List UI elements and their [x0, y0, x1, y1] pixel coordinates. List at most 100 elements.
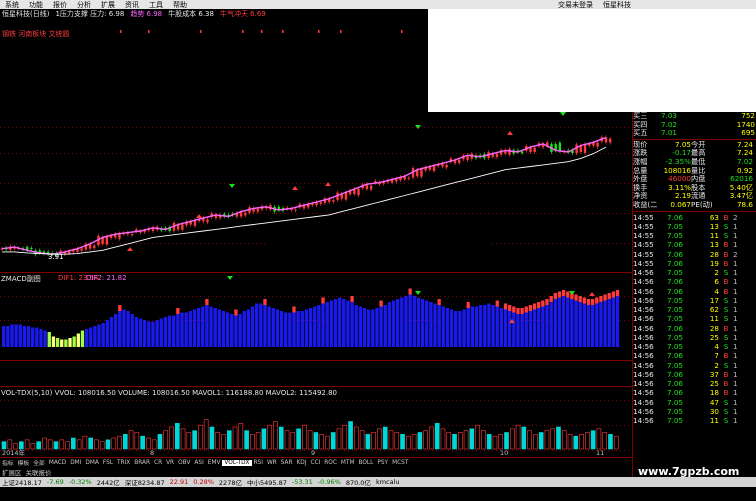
- volume-bar: [579, 434, 584, 450]
- indicator-info-bar: 恒星科技(日线) 1压力支撑 压力: 6.98 趋势 6.98 牛股成本 6.3…: [0, 9, 430, 18]
- indicator-tab-dma[interactable]: DMA: [83, 460, 100, 466]
- tick-count: 1: [733, 360, 738, 370]
- macd-bar: [532, 309, 537, 347]
- indicator-tab-cci[interactable]: CCI: [308, 460, 322, 466]
- volume-bar: [255, 432, 261, 450]
- tick-side: B: [723, 249, 729, 259]
- sell-arrow-icon: [560, 112, 566, 116]
- candle-body: [369, 185, 373, 190]
- indicator-tab-roc[interactable]: ROC: [322, 460, 339, 466]
- volume-bar: [307, 430, 313, 450]
- indicator-tab-模板[interactable]: 模板: [16, 458, 32, 467]
- bid-row[interactable]: 买三 7.03 752: [633, 112, 756, 121]
- stat-value: 108016: [663, 166, 691, 175]
- macd-cap: [321, 297, 325, 304]
- tick-volume: 6: [714, 277, 719, 287]
- tick-side: S: [723, 342, 729, 352]
- tick-volume: 11: [709, 416, 719, 426]
- stat-value: 5.40亿: [729, 183, 753, 192]
- macd-bar: [412, 296, 416, 347]
- indicator-tab-全部[interactable]: 全部: [31, 458, 47, 467]
- indicator-tab-kdj[interactable]: KDJ: [294, 460, 308, 466]
- macd-bar: [22, 326, 27, 347]
- indicator-tab-sar[interactable]: SAR: [279, 460, 295, 466]
- indicator-tab-指标[interactable]: 指标: [0, 458, 16, 467]
- indicator-tab-mcst[interactable]: MCST: [390, 460, 410, 466]
- indicator-tab-mtm[interactable]: MTM: [339, 460, 357, 466]
- macd-cap: [557, 291, 562, 298]
- indicator-tab-brar[interactable]: BRAR: [132, 460, 152, 466]
- tick-side: B: [723, 369, 729, 379]
- macd-bar: [590, 305, 595, 347]
- macd-cap: [437, 299, 441, 305]
- macd-bar: [279, 311, 284, 347]
- indicator-tab-dmi[interactable]: DMI: [68, 460, 83, 466]
- tick-count: 1: [733, 323, 738, 333]
- status-tail: kmcalu: [375, 478, 400, 486]
- tick-side: B: [723, 240, 729, 250]
- stat-value: 46000: [668, 175, 691, 184]
- volume-bar: [174, 423, 180, 450]
- macd-bar: [64, 339, 68, 347]
- macd-cap: [603, 294, 607, 301]
- indicator-tab-trix[interactable]: TRIX: [115, 460, 132, 466]
- volume-bar: [348, 421, 353, 450]
- macd-bar: [391, 300, 396, 347]
- indicator-tab-rsi[interactable]: RSI: [252, 460, 265, 466]
- subtab-extended[interactable]: 扩展区: [2, 467, 22, 477]
- tick-side: S: [723, 295, 729, 305]
- tick-row: 14:55 7.05 13 S 1: [633, 222, 756, 231]
- macd-bar: [242, 311, 246, 347]
- indicator-tab-asi[interactable]: ASI: [192, 460, 205, 466]
- macd-bar: [68, 338, 72, 347]
- sh-index: 上证2418.17: [2, 479, 42, 487]
- indicator-tab-emv[interactable]: EMV: [206, 460, 223, 466]
- indicator-tab-macd[interactable]: MACD: [47, 460, 68, 466]
- tick-side: B: [723, 212, 729, 222]
- volume-bar: [82, 435, 88, 450]
- macd-bar: [109, 317, 114, 347]
- macd-bar: [250, 306, 255, 347]
- indicator-tab-vr[interactable]: VR: [164, 460, 176, 466]
- bid-row[interactable]: 买五 7.01 695: [633, 129, 756, 138]
- indicator-tab-obv[interactable]: OBV: [176, 460, 192, 466]
- candle-body: [445, 164, 448, 168]
- indicator-tab-vol-tdx[interactable]: VOL-TDX: [222, 459, 252, 466]
- candle-body: [80, 248, 83, 251]
- indicator-tab-psy[interactable]: PSY: [375, 460, 390, 466]
- indicator-tab-cr[interactable]: CR: [152, 460, 164, 466]
- volume-bars: [1, 419, 619, 450]
- macd-bar: [553, 299, 557, 347]
- tick-price: 7.06: [667, 388, 684, 398]
- macd-bar: [474, 306, 479, 347]
- tick-price: 7.05: [667, 305, 684, 315]
- macd-cap: [528, 305, 533, 311]
- volume-bar: [163, 430, 169, 450]
- tick-volume: 4: [714, 286, 719, 296]
- volume-bar: [128, 430, 134, 450]
- cost-extra: 牛气冲天 6.69: [219, 9, 266, 18]
- macd-bar: [18, 324, 22, 347]
- macd-bar: [441, 306, 445, 347]
- tick-count: 1: [733, 406, 738, 416]
- tick-price: 7.06: [667, 258, 684, 268]
- volume-bar: [550, 428, 556, 450]
- macd-bar: [557, 297, 562, 347]
- indicator-tab-fsl[interactable]: FSL: [101, 460, 115, 466]
- indicator-tab-boll[interactable]: BOLL: [356, 460, 375, 466]
- macd-bar: [429, 302, 433, 347]
- tick-price: 7.05: [667, 221, 684, 231]
- macd-bar: [209, 306, 213, 347]
- tick-side: B: [723, 258, 729, 268]
- volume-bar: [336, 428, 342, 450]
- indicator-tab-wr[interactable]: WR: [265, 460, 279, 466]
- tick-price: 7.05: [667, 416, 684, 426]
- bid-row[interactable]: 买四 7.02 1740: [633, 121, 756, 130]
- macd-bar: [462, 309, 466, 347]
- bid-price: 7.03: [661, 112, 678, 120]
- macd-bar: [541, 306, 545, 347]
- bid-label: 买三: [633, 112, 648, 120]
- volume-bar: [221, 434, 226, 450]
- subtab-related-quote[interactable]: 关联报价: [26, 467, 52, 477]
- tick-row: 14:56 7.06 37 B 1: [633, 370, 756, 379]
